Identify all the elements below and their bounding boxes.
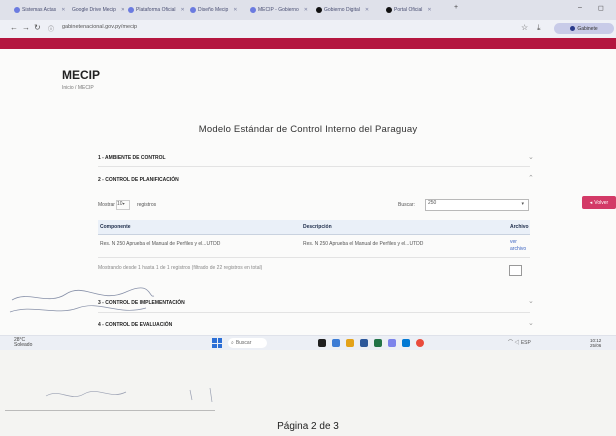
show-entries-select[interactable]: 10▾ bbox=[116, 200, 130, 210]
divider bbox=[5, 410, 215, 411]
chevron-down-icon[interactable]: ⌄ bbox=[528, 319, 534, 327]
windows-start-icon[interactable] bbox=[212, 338, 222, 348]
search-label: Buscar: bbox=[398, 202, 415, 208]
tab-favicon-icon bbox=[190, 7, 196, 13]
site-info-icon[interactable]: ⓘ bbox=[48, 24, 54, 33]
task-view-icon[interactable] bbox=[318, 339, 326, 347]
chevron-up-icon[interactable]: ⌃ bbox=[528, 174, 534, 182]
cell-descripcion: Res. N 250 Aprueba el Manual de Perfiles… bbox=[303, 241, 424, 247]
system-tray[interactable]: ⌒ ◁ ESP bbox=[508, 339, 531, 346]
monitor-screen: Sistemas Actas ✕ Google Drive Mecip ✕ Plat… bbox=[0, 0, 616, 350]
breadcrumb[interactable]: Inicio / MECIP bbox=[62, 85, 94, 91]
browser-tab[interactable]: Diseño Mecip ✕ bbox=[190, 4, 246, 16]
file-link[interactable]: ver archivo bbox=[510, 239, 530, 253]
chevron-down-icon[interactable]: ⌄ bbox=[528, 153, 534, 161]
table-info: Mostrando desde 1 hasta 1 de 1 registros… bbox=[98, 265, 263, 271]
column-header-archivo[interactable]: Archivo bbox=[510, 224, 529, 230]
signature-scribble bbox=[45, 387, 213, 403]
browser-tab-bar: Sistemas Actas ✕ Google Drive Mecip ✕ Plat… bbox=[0, 0, 616, 20]
close-icon[interactable]: ✕ bbox=[121, 7, 124, 13]
column-header-descripcion[interactable]: Descripción bbox=[303, 224, 332, 230]
tab-favicon-icon bbox=[386, 7, 392, 13]
chevron-down-icon: ▾ bbox=[122, 201, 125, 206]
clock[interactable]: 10:12 25/06 bbox=[590, 338, 601, 348]
wifi-icon: ⌒ bbox=[508, 340, 514, 346]
column-header-componente[interactable]: Componente bbox=[100, 224, 131, 230]
taskbar-search[interactable]: ⌕ Buscar bbox=[228, 338, 267, 348]
outlook-icon[interactable] bbox=[402, 339, 410, 347]
table-header: Componente Descripción Archivo bbox=[98, 220, 530, 235]
page-title: MECIP bbox=[62, 68, 101, 82]
download-icon[interactable]: ⤓ bbox=[537, 23, 541, 33]
section-control-de-planificacion[interactable]: 2 - CONTROL DE PLANIFICACIÓN bbox=[98, 177, 179, 183]
divider bbox=[98, 257, 530, 258]
profile-button[interactable]: Gabinete bbox=[554, 23, 614, 34]
teams-icon[interactable] bbox=[388, 339, 396, 347]
file-explorer-icon[interactable] bbox=[346, 339, 354, 347]
browser-tab[interactable]: Portal Oficial ✕ bbox=[386, 4, 448, 16]
arrow-left-icon: ◂ bbox=[589, 199, 593, 206]
taskbar: 28°C Soleado ⌕ Buscar ⌒ ◁ ESP 10:12 25/06 bbox=[0, 335, 616, 350]
tab-favicon-icon bbox=[14, 7, 20, 13]
browser-tab[interactable]: MECIP - Gobierno ✕ bbox=[250, 4, 310, 16]
address-bar: ← → ↻ ⓘ gabinetenacional.gov.py/mecip ☆ … bbox=[0, 20, 616, 39]
chrome-icon[interactable] bbox=[416, 339, 424, 347]
close-icon[interactable]: ✕ bbox=[304, 7, 308, 13]
edge-icon[interactable] bbox=[332, 339, 340, 347]
divider bbox=[98, 312, 530, 313]
weather-widget[interactable]: 28°C Soleado bbox=[14, 338, 32, 348]
browser-tab[interactable]: Google Drive Mecip ✕ bbox=[70, 4, 124, 16]
section-control-de-evaluacion[interactable]: 4 - CONTROL DE EVALUACIÓN bbox=[98, 322, 172, 328]
close-icon[interactable]: ✕ bbox=[61, 7, 65, 13]
reload-icon[interactable]: ↻ bbox=[34, 23, 41, 32]
tab-favicon-icon bbox=[128, 7, 134, 13]
word-icon[interactable] bbox=[360, 339, 368, 347]
avatar bbox=[570, 26, 576, 31]
browser-tab[interactable]: Plataforma Oficial ✕ bbox=[128, 4, 186, 16]
browser-tab[interactable]: Gobierno Digital ✕ bbox=[316, 4, 382, 16]
close-icon[interactable]: ✕ bbox=[180, 7, 184, 13]
back-button[interactable]: ◂ Volver bbox=[582, 196, 616, 209]
site-header-bar bbox=[0, 38, 616, 49]
search-icon: ⌕ bbox=[231, 340, 234, 346]
excel-icon[interactable] bbox=[374, 339, 382, 347]
tab-favicon-icon bbox=[250, 7, 256, 13]
browser-tab[interactable]: Sistemas Actas ✕ bbox=[14, 4, 66, 16]
divider bbox=[98, 166, 530, 167]
close-icon[interactable]: ✕ bbox=[427, 7, 431, 13]
section-ambiente-de-control[interactable]: 1 - AMBIENTE DE CONTROL bbox=[98, 155, 166, 161]
new-tab-icon[interactable]: + bbox=[454, 4, 458, 11]
star-icon[interactable]: ☆ bbox=[521, 23, 528, 32]
main-heading: Modelo Estándar de Control Interno del P… bbox=[198, 124, 418, 135]
chevron-down-icon[interactable]: ⌄ bbox=[528, 297, 534, 305]
search-input[interactable]: 250 ▾ bbox=[425, 199, 529, 211]
page-number: Página 2 de 3 bbox=[277, 421, 339, 432]
maximize-icon[interactable]: ◻ bbox=[598, 4, 604, 12]
cell-componente: Res. N 250 Aprueba el Manual de Perfiles… bbox=[100, 241, 221, 247]
section-control-de-implementacion[interactable]: 3 - CONTROL DE IMPLEMENTACIÓN bbox=[98, 300, 185, 306]
minimize-icon[interactable]: – bbox=[578, 4, 582, 11]
back-icon[interactable]: ← bbox=[10, 23, 18, 32]
close-icon[interactable]: ✕ bbox=[233, 7, 237, 13]
volume-icon: ◁ bbox=[514, 340, 520, 346]
tab-favicon-icon bbox=[316, 7, 322, 13]
checkbox[interactable] bbox=[509, 265, 522, 276]
url-field[interactable]: gabinetenacional.gov.py/mecip bbox=[62, 24, 137, 30]
chevron-down-icon: ▾ bbox=[521, 201, 524, 207]
close-icon[interactable]: ✕ bbox=[365, 7, 369, 13]
forward-icon[interactable]: → bbox=[22, 23, 30, 32]
